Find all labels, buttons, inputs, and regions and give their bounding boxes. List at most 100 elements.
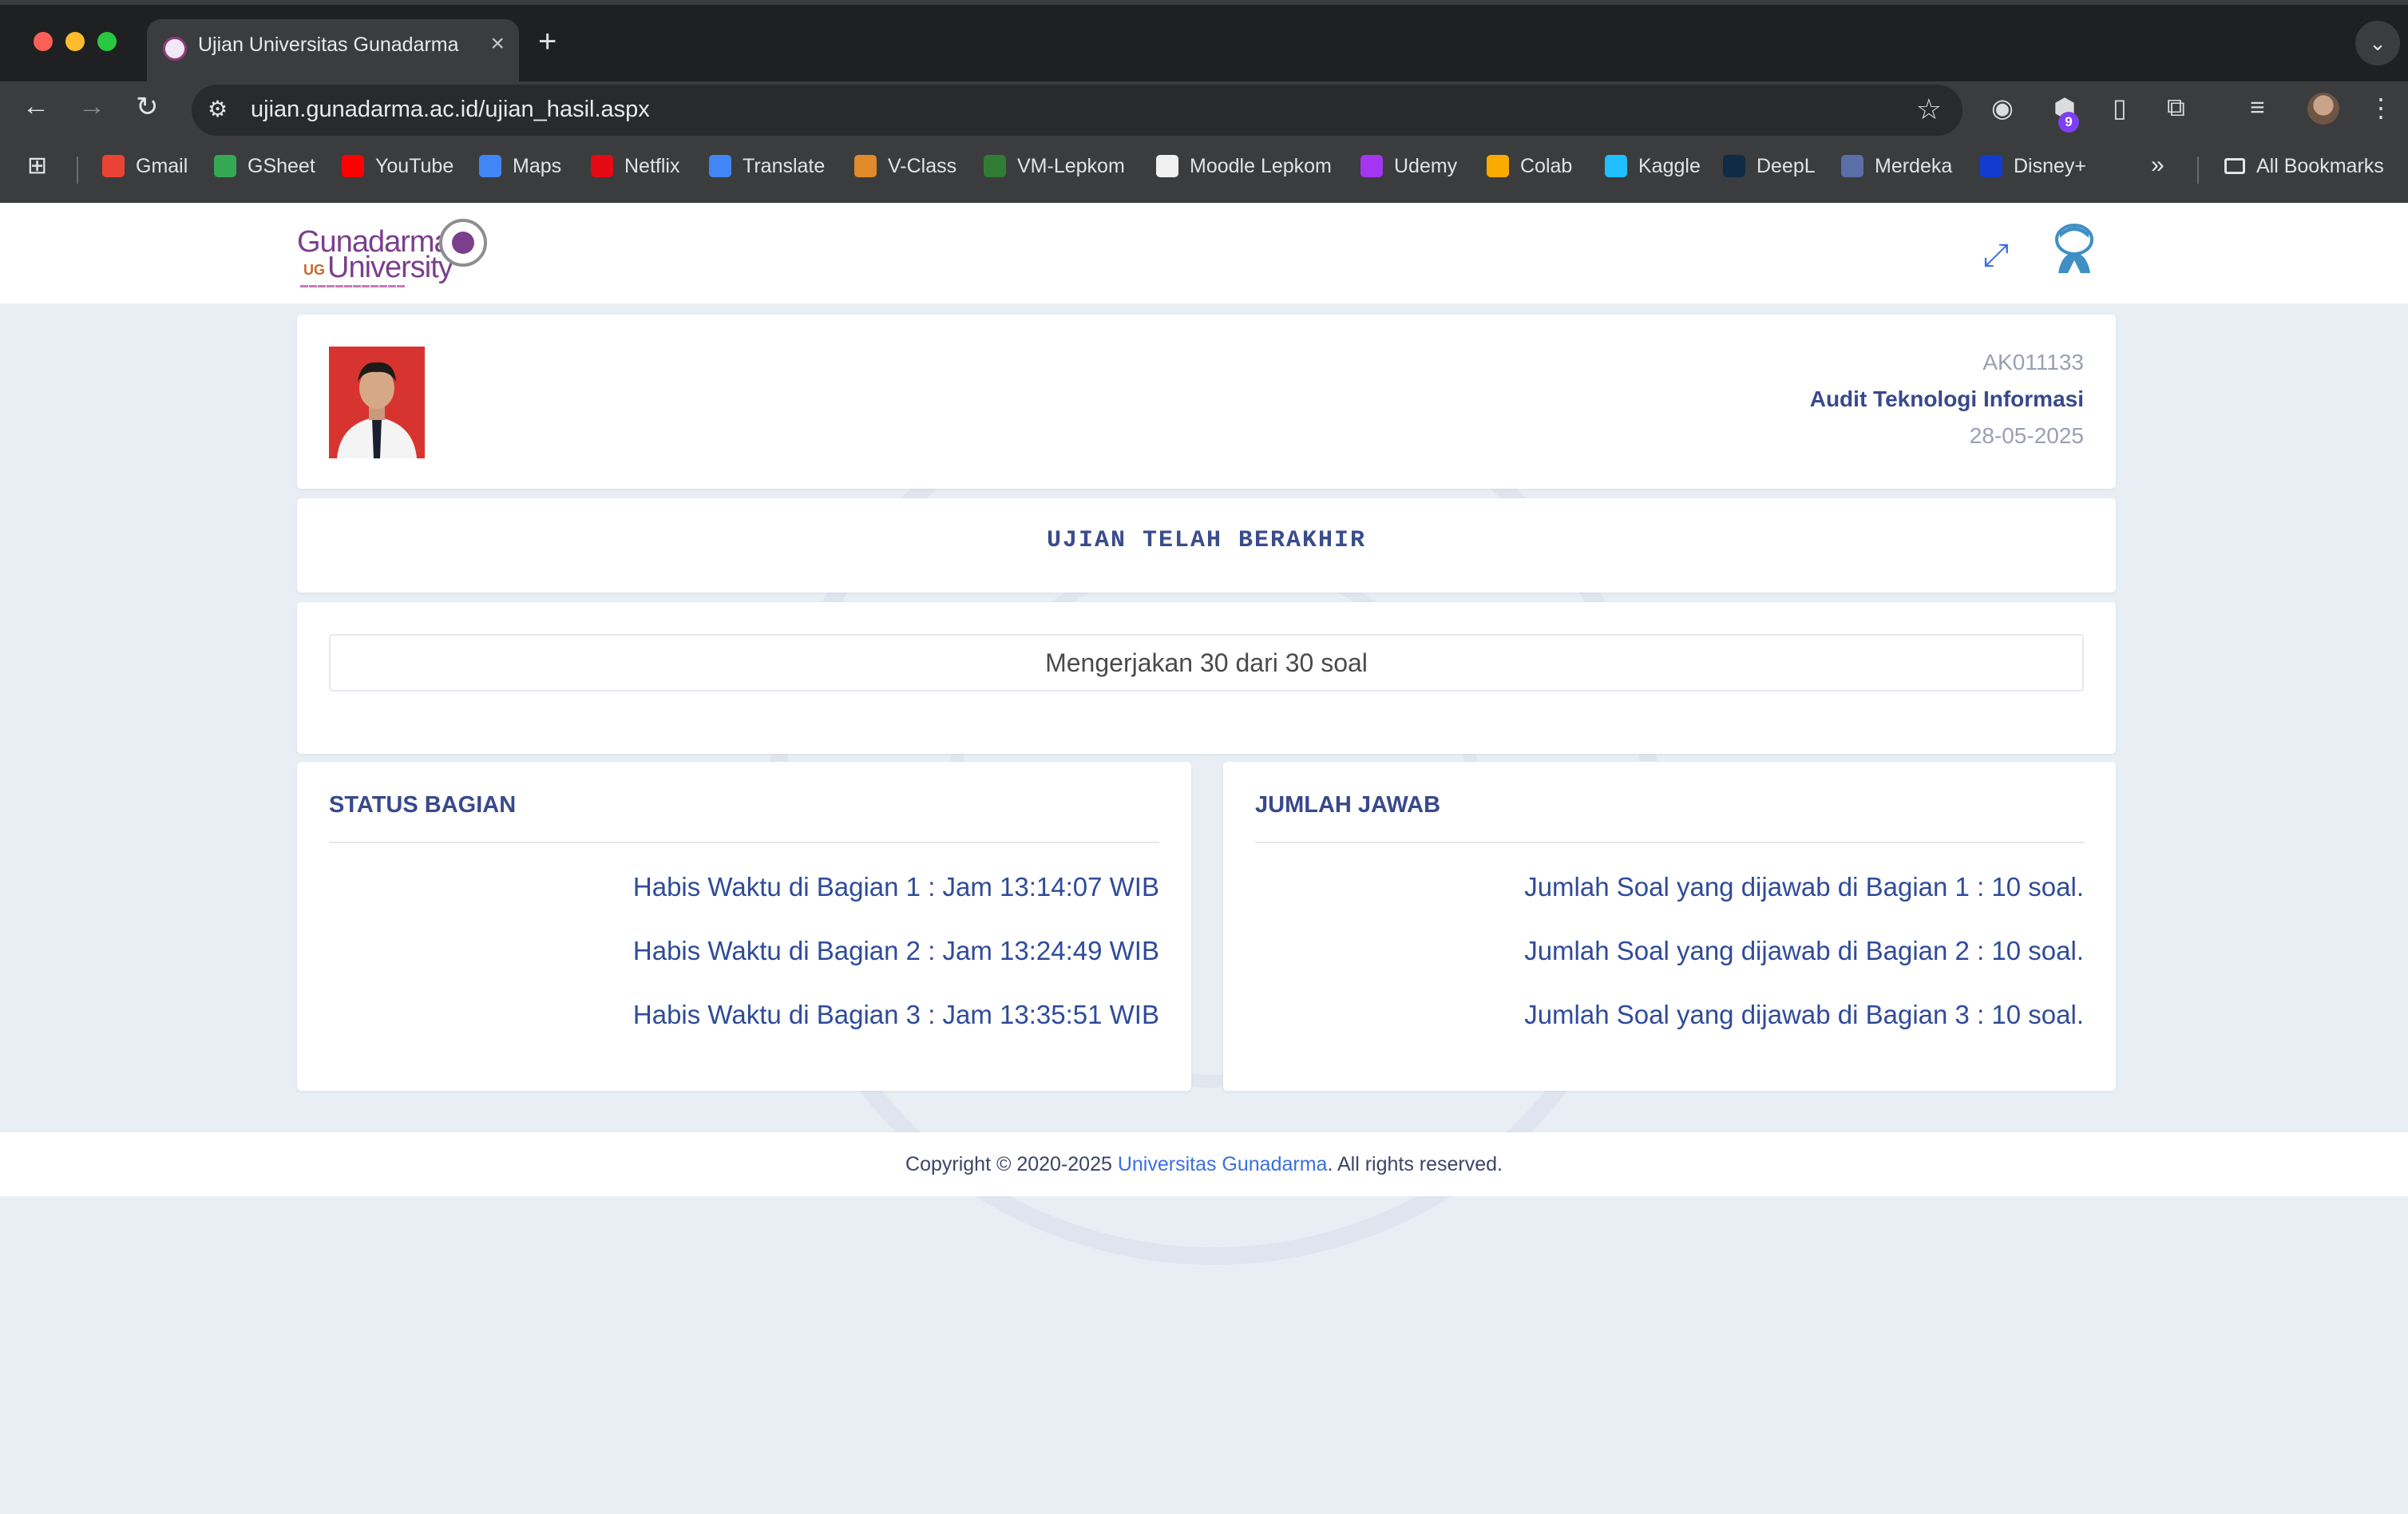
- colab-icon: [1487, 155, 1509, 177]
- new-tab-button[interactable]: +: [538, 26, 556, 57]
- bookmarks-bar: ⊞ Gmail GSheet YouTube Maps Netflix Translate…: [0, 139, 2408, 204]
- page-content: Gunadarma UG University ▬▬▬▬▬▬▬▬▬▬▬▬ ⤢ A…: [0, 203, 2408, 1514]
- moodle-icon: [1156, 155, 1178, 177]
- vclass-icon: [854, 155, 877, 177]
- panel-divider: [329, 842, 1159, 843]
- bookmark-label: Maps: [513, 155, 562, 177]
- extension-badge: 9: [2058, 112, 2079, 133]
- logo-ug: UG: [303, 262, 325, 278]
- bookmark-item[interactable]: V-Class: [854, 155, 956, 178]
- minimize-window-button[interactable]: [65, 32, 85, 51]
- answers-line-2: Jumlah Soal yang dijawab di Bagian 2 : 1…: [1524, 936, 2084, 965]
- bookmark-label: Disney+: [2014, 155, 2087, 177]
- exam-date: 28-05-2025: [1969, 423, 2084, 448]
- disney-icon: [1980, 155, 2002, 177]
- extensions-puzzle-icon[interactable]: ⧉: [2167, 93, 2185, 123]
- bookmark-label: VM-Lepkom: [1017, 155, 1125, 177]
- bookmark-label: YouTube: [375, 155, 454, 177]
- deepl-icon: [1723, 155, 1745, 177]
- site-settings-icon[interactable]: ⚙: [208, 96, 228, 122]
- student-code: AK011133: [1982, 350, 2084, 375]
- apps-grid-icon[interactable]: ⊞: [27, 152, 47, 180]
- browser-tab-active[interactable]: Ujian Universitas Gunadarma ×: [147, 19, 519, 86]
- address-bar[interactable]: ⚙ ujian.gunadarma.ac.id/ujian_hasil.aspx…: [192, 85, 1962, 136]
- youtube-icon: [342, 155, 364, 177]
- bookmark-label: DeepL: [1756, 155, 1816, 177]
- bookmark-item[interactable]: Udemy: [1360, 155, 1457, 178]
- url-text[interactable]: ujian.gunadarma.ac.id/ujian_hasil.aspx: [251, 97, 650, 123]
- user-profile-icon[interactable]: [2054, 224, 2095, 275]
- translate-icon: [709, 155, 731, 177]
- bookmark-label: Netflix: [624, 155, 680, 177]
- bookmark-label: Merdeka: [1875, 155, 1953, 177]
- gmail-icon: [102, 155, 125, 177]
- reading-list-icon[interactable]: ≡: [2250, 93, 2265, 122]
- more-bookmarks-chevron-icon[interactable]: »: [2151, 152, 2164, 179]
- bookmark-item[interactable]: Disney+: [1980, 155, 2086, 178]
- maps-icon: [479, 155, 501, 177]
- status-line-1: Habis Waktu di Bagian 1 : Jam 13:14:07 W…: [632, 872, 1159, 902]
- extension-circle-icon[interactable]: ◉: [1991, 93, 2014, 123]
- bookmark-label: Kaggle: [1638, 155, 1701, 177]
- back-arrow-icon[interactable]: ←: [22, 91, 50, 122]
- answers-panel-title: JUMLAH JAWAB: [1255, 792, 1441, 818]
- bookmark-label: Colab: [1520, 155, 1573, 177]
- bookmark-item[interactable]: DeepL: [1723, 155, 1816, 178]
- panel-divider: [1255, 842, 2084, 843]
- university-seal-icon: [439, 219, 487, 267]
- student-info-card: AK011133 Audit Teknologi Informasi 28-05…: [297, 315, 2116, 489]
- vmlepkom-icon: [984, 155, 1006, 177]
- bookmark-item[interactable]: Kaggle: [1605, 155, 1701, 178]
- answers-line-1: Jumlah Soal yang dijawab di Bagian 1 : 1…: [1524, 872, 2084, 902]
- all-bookmarks-folder[interactable]: All Bookmarks: [2224, 155, 2384, 178]
- footer-university-link[interactable]: Universitas Gunadarma: [1118, 1153, 1328, 1175]
- status-panel-title: STATUS BAGIAN: [329, 792, 517, 818]
- bookmark-label: Moodle Lepkom: [1190, 155, 1332, 177]
- more-menu-icon[interactable]: ⋮: [2368, 93, 2394, 123]
- netflix-icon: [591, 155, 613, 177]
- bookmark-item[interactable]: Moodle Lepkom: [1156, 155, 1332, 178]
- udemy-icon: [1360, 155, 1383, 177]
- site-footer: Copyright © 2020-2025 Universitas Gunada…: [0, 1132, 2408, 1196]
- bookmark-item[interactable]: Gmail: [102, 155, 188, 178]
- bookmark-item[interactable]: YouTube: [342, 155, 453, 178]
- device-icon[interactable]: ▯: [2113, 93, 2127, 123]
- bookmark-item[interactable]: VM-Lepkom: [984, 155, 1125, 178]
- status-bagian-panel: STATUS BAGIAN Habis Waktu di Bagian 1 : …: [297, 762, 1191, 1091]
- folder-icon: [2224, 158, 2245, 174]
- bookmark-label: V-Class: [888, 155, 957, 177]
- tab-search-chevron-icon[interactable]: ⌄: [2355, 21, 2400, 65]
- browser-tab-bar: Ujian Universitas Gunadarma × + ⌄: [0, 0, 2408, 86]
- reload-icon[interactable]: ↻: [136, 91, 159, 123]
- site-header: Gunadarma UG University ▬▬▬▬▬▬▬▬▬▬▬▬ ⤢: [0, 203, 2408, 303]
- bookmark-star-icon[interactable]: ☆: [1916, 93, 1942, 126]
- profile-avatar[interactable]: [2307, 93, 2339, 125]
- jumlah-jawab-panel: JUMLAH JAWAB Jumlah Soal yang dijawab di…: [1223, 762, 2116, 1091]
- status-line-2: Habis Waktu di Bagian 2 : Jam 13:24:49 W…: [632, 936, 1159, 965]
- status-line-3: Habis Waktu di Bagian 3 : Jam 13:35:51 W…: [632, 1000, 1159, 1029]
- gunadarma-favicon-icon: [163, 37, 187, 61]
- close-window-button[interactable]: [34, 32, 53, 51]
- exam-status-card: UJIAN TELAH BERAKHIR: [297, 498, 2116, 593]
- gunadarma-logo[interactable]: Gunadarma UG University ▬▬▬▬▬▬▬▬▬▬▬▬: [297, 217, 505, 290]
- bookmark-item[interactable]: Netflix: [591, 155, 679, 178]
- bookmarks-separator: [77, 157, 78, 184]
- bookmark-item[interactable]: Colab: [1487, 155, 1572, 178]
- bookmark-label: Gmail: [136, 155, 188, 177]
- maximize-window-button[interactable]: [97, 32, 117, 51]
- fullscreen-icon[interactable]: ⤢: [1983, 238, 2009, 274]
- bookmark-item[interactable]: Maps: [479, 155, 561, 178]
- bookmark-item[interactable]: Merdeka: [1841, 155, 1952, 178]
- bookmarks-separator: [2197, 157, 2199, 184]
- forward-arrow-icon[interactable]: →: [78, 91, 105, 122]
- footer-copyright: Copyright © 2020-2025: [905, 1153, 1118, 1175]
- bookmark-item[interactable]: Translate: [709, 155, 825, 178]
- progress-card: Mengerjakan 30 dari 30 soal: [297, 602, 2116, 754]
- bookmark-label: Udemy: [1394, 155, 1458, 177]
- close-tab-icon[interactable]: ×: [490, 30, 505, 57]
- bookmark-item[interactable]: GSheet: [214, 155, 315, 178]
- answers-line-3: Jumlah Soal yang dijawab di Bagian 3 : 1…: [1524, 1000, 2084, 1029]
- exam-subject: Audit Teknologi Informasi: [1809, 386, 2084, 411]
- logo-line2: University: [327, 251, 453, 284]
- logo-tagline-decoration: ▬▬▬▬▬▬▬▬▬▬▬▬: [300, 281, 406, 290]
